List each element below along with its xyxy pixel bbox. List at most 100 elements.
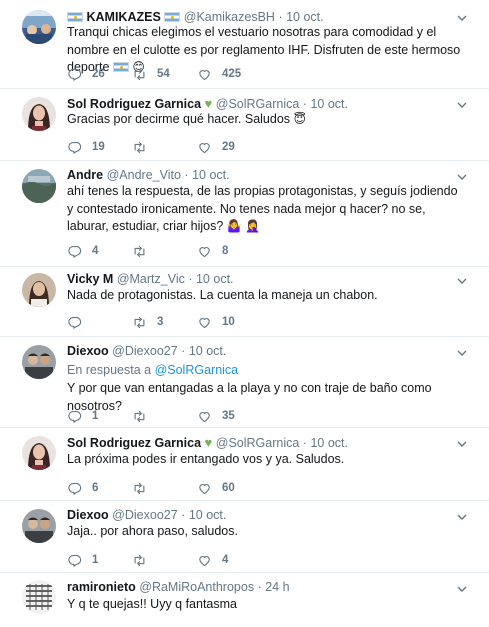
display-name[interactable]: Vicky M	[67, 272, 113, 286]
chevron-down-icon[interactable]	[457, 172, 467, 182]
heart-icon	[199, 317, 210, 328]
tweet[interactable]: Sol Rodriguez Garnica ♥ @SolRGarnica · 1…	[0, 88, 489, 160]
timestamp[interactable]: 10 oct.	[189, 508, 227, 522]
avatar[interactable]	[22, 169, 56, 203]
green-heart-icon: ♥	[204, 96, 213, 111]
reply-button[interactable]	[67, 314, 92, 330]
avatar[interactable]	[22, 97, 56, 131]
tweet-actions: 6 60	[67, 480, 287, 496]
separator-dot: ·	[181, 344, 186, 358]
reply-button[interactable]: 19	[67, 139, 105, 155]
retweet-button[interactable]	[132, 552, 157, 568]
retweet-icon	[134, 410, 145, 422]
reply-button[interactable]: 6	[67, 480, 98, 496]
green-heart-icon: ♥	[204, 435, 213, 450]
like-button[interactable]: 29	[197, 139, 235, 155]
tweet-actions: 1 4	[67, 552, 287, 568]
avatar[interactable]	[22, 10, 56, 44]
tweet-header: Diexoo @Diexoo27 · 10 oct.	[67, 343, 459, 360]
display-name[interactable]: Andre	[67, 168, 103, 182]
timestamp[interactable]: 10 oct.	[310, 436, 348, 450]
avatar[interactable]	[22, 273, 56, 307]
retweet-button[interactable]	[132, 139, 157, 155]
like-button[interactable]: 60	[197, 480, 235, 496]
reply-count: 19	[92, 141, 105, 153]
like-button[interactable]: 10	[197, 314, 235, 330]
timestamp[interactable]: 10 oct.	[189, 344, 227, 358]
user-handle[interactable]: @SolRGarnica	[216, 97, 300, 111]
reply-button[interactable]: 4	[67, 243, 98, 259]
timestamp[interactable]: 10 oct.	[192, 168, 230, 182]
display-name[interactable]: Diexoo	[67, 344, 109, 358]
retweet-button[interactable]	[132, 243, 157, 259]
retweet-button[interactable]: 3	[132, 314, 163, 330]
reply-count: 1	[92, 554, 99, 566]
reply-button[interactable]: 26	[67, 66, 105, 82]
like-count: 60	[222, 482, 235, 494]
like-button[interactable]: 8	[197, 243, 228, 259]
tweet[interactable]: Vicky M @Martz_Vic · 10 oct. Nada de pro…	[0, 266, 489, 336]
like-button[interactable]: 425	[197, 66, 241, 82]
chevron-down-icon[interactable]	[457, 348, 467, 358]
like-count: 10	[222, 316, 235, 328]
display-name[interactable]: ramironieto	[67, 580, 136, 594]
user-handle[interactable]: @Andre_Vito	[107, 168, 181, 182]
display-name[interactable]: Sol Rodriguez Garnica	[67, 97, 201, 111]
avatar[interactable]	[22, 580, 56, 614]
retweet-button[interactable]: 54	[132, 66, 170, 82]
user-handle[interactable]: @Diexoo27	[112, 344, 178, 358]
reply-count: 4	[92, 245, 99, 257]
avatar[interactable]	[22, 436, 56, 470]
retweet-button[interactable]	[132, 480, 157, 496]
timestamp[interactable]: 24 h	[265, 580, 289, 594]
tweet-actions: 1 35	[67, 408, 287, 424]
user-handle[interactable]: @Diexoo27	[112, 508, 178, 522]
timestamp[interactable]: 10 oct.	[196, 272, 234, 286]
timestamp[interactable]: 10 oct.	[310, 97, 348, 111]
user-handle[interactable]: @RaMiRoAnthropos	[139, 580, 254, 594]
separator-dot: ·	[278, 10, 283, 24]
display-name[interactable]: KAMIKAZES	[86, 10, 160, 24]
display-name[interactable]: Diexoo	[67, 508, 109, 522]
chevron-down-icon[interactable]	[457, 584, 467, 594]
tweet[interactable]: Sol Rodriguez Garnica ♥ @SolRGarnica · 1…	[0, 427, 489, 500]
avatar[interactable]	[22, 509, 56, 543]
woman-facepalming-icon: 🤦‍♀️	[245, 219, 261, 233]
like-button[interactable]: 4	[197, 552, 228, 568]
heart-icon	[199, 246, 210, 257]
chevron-down-icon[interactable]	[457, 276, 467, 286]
chevron-down-icon[interactable]	[457, 13, 467, 23]
like-button[interactable]: 35	[197, 408, 235, 424]
timestamp[interactable]: 10 oct.	[286, 10, 324, 24]
user-handle[interactable]: @KamikazesBH	[184, 10, 275, 24]
retweet-count: 3	[157, 316, 164, 328]
tweet[interactable]: Diexoo @Diexoo27 · 10 oct. En respuesta …	[0, 336, 489, 427]
tweet[interactable]: KAMIKAZES @KamikazesBH · 10 oct. Tranqui…	[0, 0, 489, 88]
user-handle[interactable]: @SolRGarnica	[216, 436, 300, 450]
heart-icon	[199, 555, 210, 566]
reply-count: 1	[92, 410, 99, 422]
tweet-actions: 4 8	[67, 243, 287, 259]
avatar[interactable]	[22, 345, 56, 379]
retweet-icon	[134, 482, 145, 494]
tweet-header: Vicky M @Martz_Vic · 10 oct.	[67, 271, 459, 288]
reply-count: 6	[92, 482, 99, 494]
retweet-icon	[134, 554, 145, 566]
display-name[interactable]: Sol Rodriguez Garnica	[67, 436, 201, 450]
tweet[interactable]: Andre @Andre_Vito · 10 oct. ahí tenes la…	[0, 160, 489, 266]
reply-context: En respuesta a @SolRGarnica	[67, 362, 238, 378]
tweet-header: Sol Rodriguez Garnica ♥ @SolRGarnica · 1…	[67, 95, 459, 112]
tweet[interactable]: Diexoo @Diexoo27 · 10 oct. Jaja.. por ah…	[0, 500, 489, 572]
chevron-down-icon[interactable]	[457, 439, 467, 449]
separator-dot: ·	[181, 508, 186, 522]
chevron-down-icon[interactable]	[457, 100, 467, 110]
tweet[interactable]: ramironieto @RaMiRoAnthropos · 24 h Y q …	[0, 572, 489, 627]
like-count: 29	[222, 141, 235, 153]
retweet-button[interactable]	[132, 408, 157, 424]
user-handle[interactable]: @Martz_Vic	[117, 272, 185, 286]
reply-button[interactable]: 1	[67, 552, 98, 568]
reply-mention-link[interactable]: @SolRGarnica	[155, 363, 239, 377]
chevron-down-icon[interactable]	[457, 512, 467, 522]
tweet-header: ramironieto @RaMiRoAnthropos · 24 h	[67, 579, 459, 596]
reply-button[interactable]: 1	[67, 408, 98, 424]
